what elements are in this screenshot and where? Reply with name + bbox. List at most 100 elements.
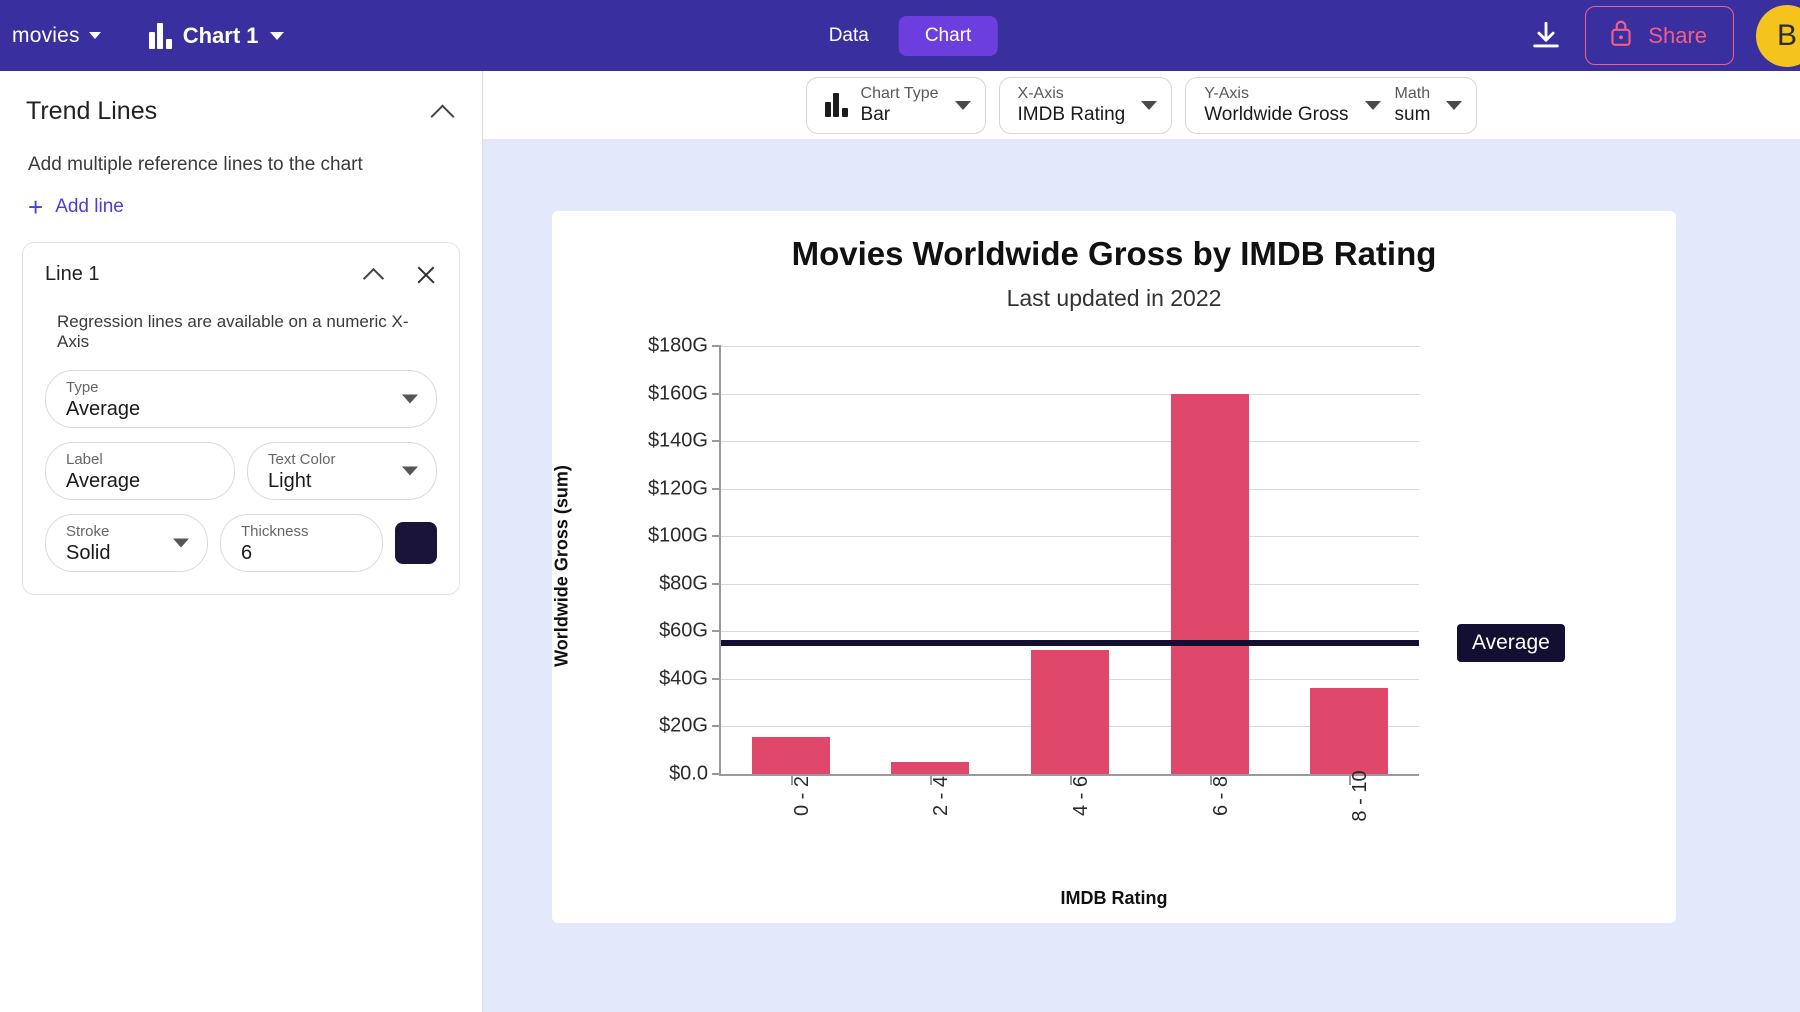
thickness-value: 6 xyxy=(241,542,253,564)
line-color-swatch[interactable] xyxy=(395,522,437,564)
x-tick-label: 0 - 2 xyxy=(790,775,813,817)
chevron-down-icon xyxy=(269,31,284,40)
x-tick-label: 8 - 10 xyxy=(1349,770,1372,822)
y-tick-mark xyxy=(712,345,721,347)
share-label: Share xyxy=(1648,22,1707,48)
chevron-down-icon xyxy=(88,32,101,39)
y-axis-label: Y-Axis xyxy=(1204,84,1249,102)
x-tick-label: 6 - 8 xyxy=(1209,775,1232,817)
label-color-row: Label Average Text Color Light xyxy=(45,442,437,500)
y-axis-select[interactable]: Y-Axis Worldwide Gross Math sum xyxy=(1185,76,1478,134)
gridline xyxy=(721,488,1419,490)
chart-type-value: Bar xyxy=(860,103,891,125)
chart-toolbar: Chart Type Bar X-Axis IMDB Rating Y-Axis… xyxy=(483,71,1800,139)
top-bar: movies Chart 1 Data Chart Share B xyxy=(0,0,1800,71)
tab-data[interactable]: Data xyxy=(803,16,895,56)
y-tick-mark xyxy=(712,392,721,395)
stroke-thickness-row: Stroke Solid Thickness 6 xyxy=(45,514,437,572)
y-tick-label: $100G xyxy=(647,524,708,547)
bar[interactable] xyxy=(751,737,830,774)
chart-area: Chart Type Bar X-Axis IMDB Rating Y-Axis… xyxy=(483,71,1800,1012)
gridline xyxy=(721,441,1419,443)
text-color-value: Light xyxy=(268,470,312,492)
y-tick-label: $80G xyxy=(659,572,708,595)
chevron-down-icon xyxy=(1141,100,1158,110)
regression-hint: Regression lines are available on a nume… xyxy=(57,312,409,351)
label-input[interactable]: Label Average xyxy=(45,442,235,500)
page-title: Trend Lines xyxy=(26,97,158,125)
label-field-value: Average xyxy=(66,470,141,492)
y-tick-label: $160G xyxy=(647,382,708,405)
chart-type-select[interactable]: Chart Type Bar xyxy=(805,76,986,134)
chevron-down-icon xyxy=(173,538,189,548)
y-tick-mark xyxy=(712,725,721,728)
chevron-up-icon[interactable] xyxy=(430,99,456,125)
type-value: Average xyxy=(66,398,141,420)
chevron-down-icon xyxy=(954,100,971,110)
thickness-label: Thickness xyxy=(241,523,309,540)
share-button[interactable]: Share xyxy=(1585,6,1734,65)
y-tick-mark xyxy=(712,440,721,443)
y-tick-label: $180G xyxy=(647,334,708,357)
close-icon[interactable] xyxy=(415,264,437,286)
gridline xyxy=(721,583,1419,585)
gridline xyxy=(721,631,1419,633)
math-value: sum xyxy=(1394,103,1431,125)
y-tick-label: $20G xyxy=(659,714,708,737)
text-color-label: Text Color xyxy=(268,451,336,468)
database-name-label: movies xyxy=(12,23,80,47)
math-label: Math xyxy=(1394,84,1431,102)
trend-line-badge: Average xyxy=(1457,624,1565,663)
view-tabs: Data Chart xyxy=(803,15,998,56)
y-tick-label: $120G xyxy=(647,477,708,500)
y-axis-title: Worldwide Gross (sum) xyxy=(551,465,572,667)
trend-line-title: Line 1 xyxy=(45,263,100,285)
chart-subtitle: Last updated in 2022 xyxy=(1006,285,1222,311)
top-bar-right: Share B xyxy=(1529,0,1800,71)
chart-card: Movies Worldwide Gross by IMDB Rating La… xyxy=(552,211,1676,923)
gridline xyxy=(721,536,1419,538)
download-icon[interactable] xyxy=(1529,19,1563,53)
bar[interactable] xyxy=(891,762,970,774)
x-axis-title: IMDB Rating xyxy=(1060,888,1168,908)
y-tick-label: $40G xyxy=(659,667,708,690)
gridline xyxy=(721,393,1419,395)
chart-title: Movies Worldwide Gross by IMDB Rating xyxy=(791,235,1437,272)
x-axis-label: X-Axis xyxy=(1017,84,1064,102)
bar-chart-icon xyxy=(824,93,848,117)
y-tick-label: $0.0 xyxy=(669,762,708,785)
add-line-button[interactable]: + Add line xyxy=(0,176,482,220)
chevron-up-icon[interactable] xyxy=(363,264,385,286)
chart-selector[interactable]: Chart 1 xyxy=(148,22,284,49)
thickness-input[interactable]: Thickness 6 xyxy=(220,514,383,572)
chevron-down-icon xyxy=(1364,100,1381,110)
chevron-down-icon xyxy=(402,394,418,404)
trend-lines-panel: Trend Lines Add multiple reference lines… xyxy=(0,71,483,1012)
type-select[interactable]: Type Average xyxy=(45,370,437,428)
text-color-select[interactable]: Text Color Light xyxy=(247,442,437,500)
plot-area: $0.0 $20G $40G $60G $80G $100G $120G $140G $160G… xyxy=(648,335,1565,822)
x-tick-label: 4 - 6 xyxy=(1070,775,1092,817)
y-axis-value: Worldwide Gross xyxy=(1204,103,1349,125)
stroke-label: Stroke xyxy=(66,523,110,540)
panel-description: Add multiple reference lines to the char… xyxy=(28,154,363,175)
type-label: Type xyxy=(66,379,99,396)
trend-line xyxy=(721,640,1419,647)
bar[interactable] xyxy=(1030,650,1110,774)
avatar[interactable]: B xyxy=(1756,4,1800,67)
stroke-select[interactable]: Stroke Solid xyxy=(45,514,208,572)
panel-header: Trend Lines xyxy=(0,71,482,126)
y-tick-mark xyxy=(712,582,721,585)
tab-chart[interactable]: Chart xyxy=(898,15,998,56)
y-tick-mark xyxy=(712,677,721,680)
bar[interactable] xyxy=(1310,688,1389,774)
x-axis-select[interactable]: X-Axis IMDB Rating xyxy=(998,76,1173,134)
chart-canvas: Movies Worldwide Gross by IMDB Rating La… xyxy=(483,139,1800,1012)
bar[interactable] xyxy=(1170,393,1249,774)
database-selector[interactable]: movies xyxy=(12,24,101,48)
trend-line-card-actions xyxy=(363,264,437,286)
y-tick-mark xyxy=(712,630,721,633)
bar-chart-icon xyxy=(148,22,172,49)
lock-icon xyxy=(1608,18,1634,53)
trend-line-card-header: Line 1 xyxy=(45,263,437,286)
